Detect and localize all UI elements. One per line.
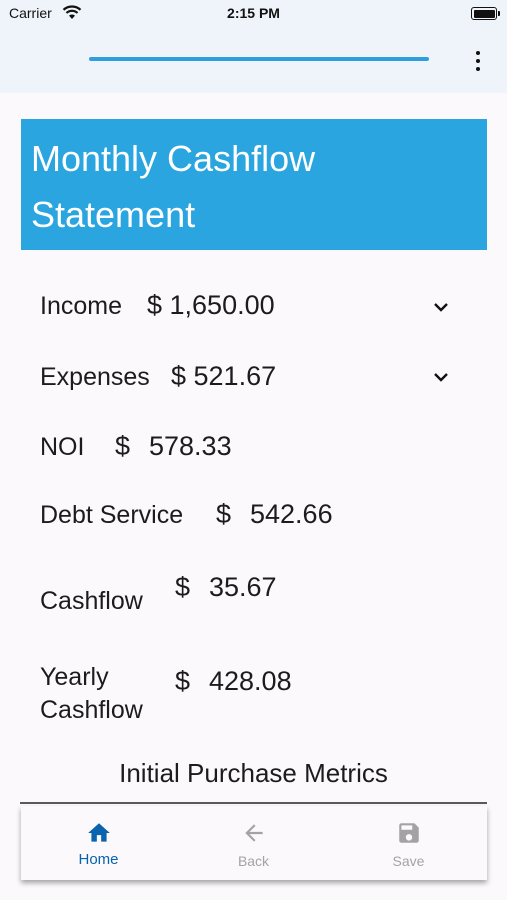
expenses-chevron-down-icon[interactable]	[433, 371, 449, 383]
yearly-cashflow-label-line1: Yearly	[40, 663, 109, 691]
cashflow-currency: $	[175, 572, 191, 602]
noi-row: NOI $ 578.33	[40, 431, 460, 467]
status-bar: Carrier 2:15 PM	[0, 0, 507, 30]
more-vert-icon[interactable]	[468, 48, 488, 74]
yearly-cashflow-value: 428.08	[209, 666, 292, 696]
expenses-label: Expenses	[40, 363, 150, 391]
debt-service-row: Debt Service $ 542.66	[40, 499, 460, 535]
debt-service-currency: $	[216, 499, 232, 529]
debt-service-label: Debt Service	[40, 501, 184, 529]
cashflow-value: 35.67	[209, 572, 277, 602]
divider	[20, 802, 487, 804]
page-title: Monthly Cashflow Statement	[21, 119, 487, 250]
expenses-row[interactable]: Expenses $ 521.67	[40, 361, 460, 397]
yearly-cashflow-label-line2: Cashflow	[40, 696, 143, 724]
nav-home-button[interactable]: Home	[21, 806, 176, 880]
nav-save-label: Save	[392, 853, 425, 869]
cashflow-label: Cashflow	[40, 587, 143, 615]
yearly-cashflow-row: Yearly Cashflow $ 428.08	[40, 661, 460, 727]
debt-service-value: 542.66	[250, 499, 333, 529]
noi-value: 578.33	[149, 431, 232, 461]
nav-save-button[interactable]: Save	[331, 806, 486, 880]
section-title: Initial Purchase Metrics	[119, 758, 388, 788]
home-icon	[88, 823, 110, 842]
battery-icon	[471, 7, 500, 20]
progress-bar	[89, 57, 429, 61]
arrow-back-icon	[245, 824, 263, 842]
income-chevron-down-icon[interactable]	[433, 301, 449, 313]
noi-currency: $	[115, 431, 131, 461]
income-label: Income	[40, 292, 122, 320]
cashflow-row: Cashflow $ 35.67	[40, 572, 460, 622]
status-time: 2:15 PM	[227, 5, 280, 21]
bottom-nav: Home Back Save	[21, 806, 487, 880]
nav-back-button[interactable]: Back	[176, 806, 331, 880]
income-row[interactable]: Income $ 1,650.00	[40, 290, 460, 326]
nav-home-label: Home	[78, 851, 119, 868]
noi-label: NOI	[40, 433, 85, 461]
income-value: $ 1,650.00	[147, 290, 275, 320]
expenses-value: $ 521.67	[171, 361, 277, 391]
nav-back-label: Back	[237, 853, 270, 869]
app-bar	[0, 30, 507, 93]
save-icon	[399, 823, 419, 843]
yearly-cashflow-currency: $	[175, 666, 191, 696]
